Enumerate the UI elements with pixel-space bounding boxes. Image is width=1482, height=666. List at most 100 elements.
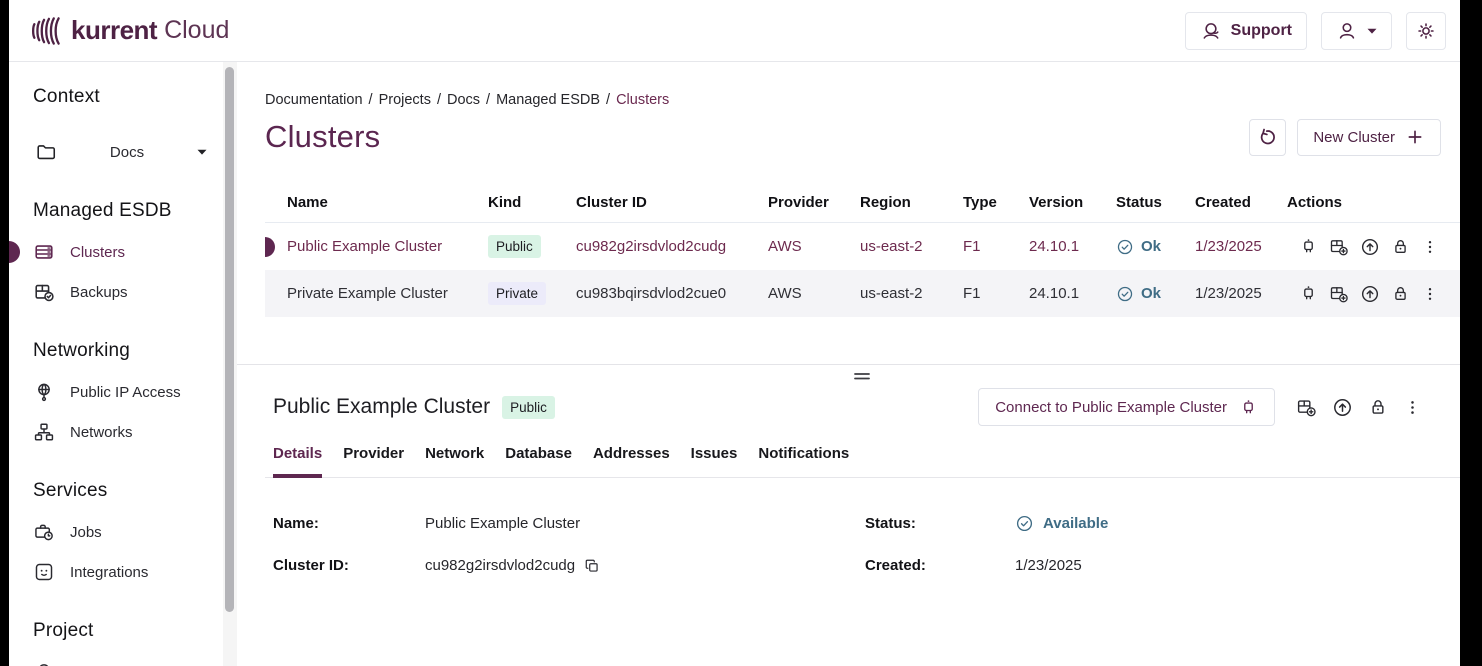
connect-plug-icon[interactable] (1299, 237, 1318, 256)
column-header-name: Name (265, 194, 488, 211)
sidebar-heading: Project (33, 620, 223, 642)
main-content: Documentation / Projects / Docs / Manage… (237, 62, 1460, 666)
panel-divider (237, 364, 1460, 365)
sidebar-group-project: Project Events Console (33, 620, 223, 666)
sidebar-item-backups[interactable]: Backups (33, 272, 223, 312)
status-text: Available (1043, 515, 1108, 532)
drag-handle-icon[interactable] (850, 369, 876, 383)
check-circle-icon (1015, 514, 1034, 533)
breadcrumb-separator: / (606, 92, 610, 108)
sidebar-item-label: Public IP Access (70, 384, 181, 401)
column-header-version: Version (1029, 194, 1116, 211)
theme-sun-icon (1415, 20, 1437, 42)
sidebar-heading-context: Context (33, 86, 223, 108)
sidebar-item-networks[interactable]: Networks (33, 412, 223, 452)
tab-issues[interactable]: Issues (691, 445, 738, 478)
backup-plus-icon[interactable] (1329, 237, 1349, 257)
detail-fields: Name: Public Example Cluster Status: Ava… (265, 514, 1460, 574)
created-value: 1/23/2025 (1015, 557, 1460, 574)
active-item-indicator (9, 241, 20, 263)
sidebar-item-label: Networks (70, 424, 133, 441)
tab-database[interactable]: Database (505, 445, 572, 478)
kebab-menu-icon[interactable] (1403, 398, 1422, 417)
sidebar-item-integrations[interactable]: Integrations (33, 552, 223, 592)
tab-notifications[interactable]: Notifications (758, 445, 849, 478)
cell-type: F1 (963, 285, 1029, 302)
support-button[interactable]: Support (1185, 12, 1307, 50)
connect-button[interactable]: Connect to Public Example Cluster (978, 388, 1275, 426)
backup-plus-icon[interactable] (1296, 397, 1317, 418)
cell-actions (1287, 237, 1460, 257)
new-cluster-button[interactable]: New Cluster (1297, 119, 1441, 156)
selected-row-indicator (265, 237, 275, 257)
folder-icon (35, 141, 57, 163)
table-row[interactable]: Private Example Cluster Private cu983bqi… (265, 270, 1460, 317)
logo[interactable]: kurrent Cloud (31, 15, 229, 46)
events-console-icon (33, 661, 55, 666)
theme-toggle-button[interactable] (1406, 12, 1446, 50)
user-menu-button[interactable] (1321, 12, 1392, 50)
lock-icon[interactable] (1368, 397, 1388, 417)
upgrade-circle-icon[interactable] (1360, 237, 1380, 257)
app-body: Context Docs Managed ESDB (9, 62, 1460, 666)
refresh-button[interactable] (1249, 119, 1286, 156)
sidebar-item-label: Backups (70, 284, 128, 301)
sidebar-item-label: Clusters (70, 244, 125, 261)
detail-panel-header: Public Example Cluster Public Connect to… (265, 385, 1460, 429)
sidebar-item-jobs[interactable]: Jobs (33, 512, 223, 552)
user-icon (1336, 20, 1358, 42)
sidebar-group-services: Services Jobs (33, 480, 223, 592)
tab-provider[interactable]: Provider (343, 445, 404, 478)
cell-name: Public Example Cluster (287, 238, 442, 255)
table-row[interactable]: Public Example Cluster Public cu982g2irs… (265, 223, 1460, 270)
tab-network[interactable]: Network (425, 445, 484, 478)
sidebar-item-events-console[interactable]: Events Console (33, 652, 223, 666)
lock-icon[interactable] (1391, 284, 1410, 303)
copy-icon[interactable] (584, 558, 600, 574)
kebab-menu-icon[interactable] (1421, 285, 1439, 303)
clusters-table: Name Kind Cluster ID Provider Region Typ… (265, 182, 1460, 317)
breadcrumb-separator: / (369, 92, 373, 108)
column-header-actions: Actions (1287, 194, 1460, 211)
kebab-menu-icon[interactable] (1421, 238, 1439, 256)
context-selector[interactable]: Docs (35, 132, 207, 172)
cluster-id-text: cu982g2irsdvlod2cudg (425, 557, 575, 574)
breadcrumb-documentation[interactable]: Documentation (265, 92, 363, 108)
created-label: Created: (865, 557, 1015, 574)
sidebar-group-managed-esdb: Managed ESDB Clusters (33, 200, 223, 312)
column-header-status: Status (1116, 194, 1195, 211)
context-selected-value: Docs (57, 144, 197, 161)
name-value: Public Example Cluster (425, 515, 865, 532)
kind-badge: Public (502, 396, 555, 419)
column-header-created: Created (1195, 194, 1287, 211)
name-label: Name: (273, 515, 425, 532)
sidebar-heading: Managed ESDB (33, 200, 223, 222)
sidebar-scrollbar[interactable] (223, 62, 237, 666)
tab-details[interactable]: Details (273, 445, 322, 478)
sidebar-item-public-ip-access[interactable]: Public IP Access (33, 372, 223, 412)
cell-cluster-id: cu983bqirsdvlod2cue0 (576, 285, 768, 302)
cell-cluster-id: cu982g2irsdvlod2cudg (576, 238, 768, 255)
networks-icon (33, 421, 55, 443)
logo-suffix: Cloud (164, 16, 229, 45)
cell-created: 1/23/2025 (1195, 285, 1287, 302)
breadcrumb-managed-esdb[interactable]: Managed ESDB (496, 92, 600, 108)
detail-actions: Connect to Public Example Cluster (978, 388, 1422, 426)
column-header-provider: Provider (768, 194, 860, 211)
upgrade-circle-icon[interactable] (1360, 284, 1380, 304)
breadcrumb-docs[interactable]: Docs (447, 92, 480, 108)
connect-plug-icon[interactable] (1299, 284, 1318, 303)
upgrade-circle-icon[interactable] (1332, 397, 1353, 418)
lock-icon[interactable] (1391, 237, 1410, 256)
detail-title: Public Example Cluster (273, 395, 490, 419)
breadcrumb-projects[interactable]: Projects (379, 92, 431, 108)
backup-plus-icon[interactable] (1329, 284, 1349, 304)
breadcrumb: Documentation / Projects / Docs / Manage… (265, 92, 1460, 108)
detail-tabs: Details Provider Network Database Addres… (265, 445, 1460, 478)
cell-name: Private Example Cluster (287, 285, 448, 302)
caret-down-icon (1367, 28, 1377, 34)
tab-addresses[interactable]: Addresses (593, 445, 670, 478)
sidebar-item-clusters[interactable]: Clusters (33, 232, 223, 272)
column-header-cluster-id: Cluster ID (576, 194, 768, 211)
sidebar-scrollbar-thumb[interactable] (225, 67, 234, 612)
